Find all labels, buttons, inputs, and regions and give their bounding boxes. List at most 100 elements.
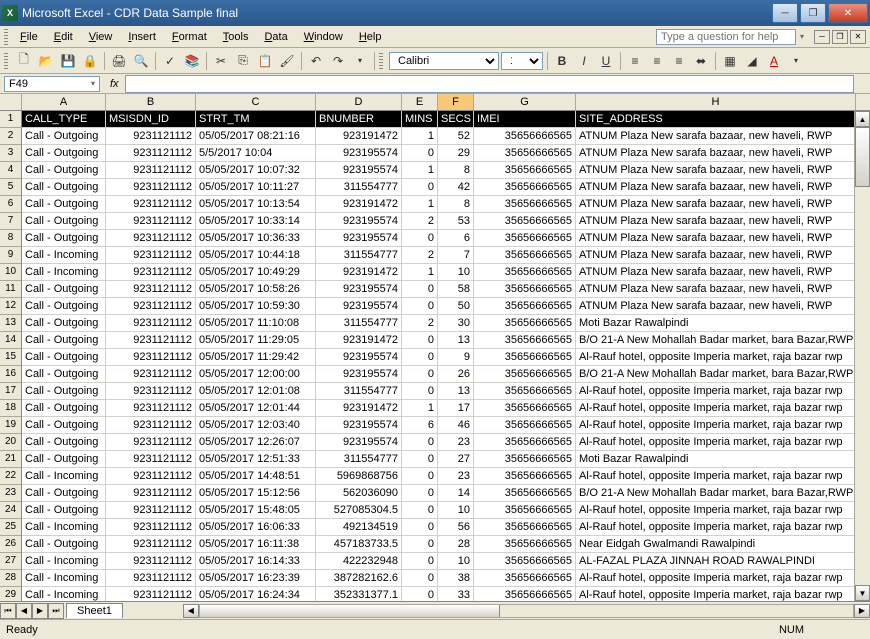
- cell[interactable]: 23: [438, 434, 474, 451]
- cell[interactable]: ATNUM Plaza New sarafa bazaar, new havel…: [576, 230, 856, 247]
- cell[interactable]: 8: [438, 196, 474, 213]
- row-header[interactable]: 25: [0, 519, 22, 536]
- spelling-icon[interactable]: ✓: [160, 51, 180, 71]
- cell[interactable]: 05/05/2017 10:13:54: [196, 196, 316, 213]
- cell[interactable]: Al-Rauf hotel, opposite Imperia market, …: [576, 434, 856, 451]
- menu-data[interactable]: Data: [256, 29, 295, 45]
- cell[interactable]: 923195574: [316, 298, 402, 315]
- cell[interactable]: 1: [402, 264, 438, 281]
- column-header-C[interactable]: C: [196, 94, 316, 110]
- cell[interactable]: 13: [438, 332, 474, 349]
- row-header[interactable]: 15: [0, 349, 22, 366]
- cell[interactable]: 923191472: [316, 264, 402, 281]
- cell[interactable]: 9231121112: [106, 536, 196, 553]
- cell[interactable]: 05/05/2017 11:10:08: [196, 315, 316, 332]
- doc-restore-button[interactable]: ❐: [832, 30, 848, 44]
- cell[interactable]: Moti Bazar Rawalpindi: [576, 315, 856, 332]
- cell[interactable]: 6: [438, 230, 474, 247]
- cell[interactable]: 05/05/2017 16:11:38: [196, 536, 316, 553]
- cell[interactable]: 35656666565: [474, 383, 576, 400]
- cell[interactable]: BNUMBER: [316, 111, 402, 128]
- cell[interactable]: 1: [402, 400, 438, 417]
- cell[interactable]: 9231121112: [106, 553, 196, 570]
- cell[interactable]: 35656666565: [474, 519, 576, 536]
- cell[interactable]: Call - Outgoing: [22, 179, 106, 196]
- cell[interactable]: 0: [402, 451, 438, 468]
- cell[interactable]: 9231121112: [106, 162, 196, 179]
- row-header[interactable]: 4: [0, 162, 22, 179]
- cell[interactable]: 9231121112: [106, 417, 196, 434]
- cell[interactable]: 2: [402, 213, 438, 230]
- cell[interactable]: 0: [402, 502, 438, 519]
- cell[interactable]: Call - Outgoing: [22, 162, 106, 179]
- cell[interactable]: 35656666565: [474, 536, 576, 553]
- cell[interactable]: 9231121112: [106, 349, 196, 366]
- cell[interactable]: IMEI: [474, 111, 576, 128]
- cell[interactable]: Near Eidgah Gwalmandi Rawalpindi: [576, 536, 856, 553]
- cell[interactable]: 05/05/2017 10:11:27: [196, 179, 316, 196]
- cell[interactable]: 35656666565: [474, 587, 576, 601]
- cell[interactable]: 923191472: [316, 400, 402, 417]
- cell[interactable]: 05/05/2017 11:29:42: [196, 349, 316, 366]
- column-header-A[interactable]: A: [22, 94, 106, 110]
- name-box[interactable]: F49▾: [4, 76, 100, 92]
- cell[interactable]: 05/05/2017 08:21:16: [196, 128, 316, 145]
- menu-view[interactable]: View: [81, 29, 121, 45]
- row-header[interactable]: 28: [0, 570, 22, 587]
- cell[interactable]: 13: [438, 383, 474, 400]
- row-header[interactable]: 9: [0, 247, 22, 264]
- cell[interactable]: 2: [402, 315, 438, 332]
- cell[interactable]: 9231121112: [106, 315, 196, 332]
- italic-icon[interactable]: I: [574, 51, 594, 71]
- cell[interactable]: ATNUM Plaza New sarafa bazaar, new havel…: [576, 247, 856, 264]
- cell[interactable]: 0: [402, 145, 438, 162]
- cell[interactable]: Al-Rauf hotel, opposite Imperia market, …: [576, 570, 856, 587]
- row-header[interactable]: 13: [0, 315, 22, 332]
- cell[interactable]: 56: [438, 519, 474, 536]
- cell[interactable]: 05/05/2017 12:01:08: [196, 383, 316, 400]
- menu-help[interactable]: Help: [351, 29, 390, 45]
- bold-icon[interactable]: B: [552, 51, 572, 71]
- paste-icon[interactable]: 📋: [255, 51, 275, 71]
- cell[interactable]: 35656666565: [474, 281, 576, 298]
- cell[interactable]: 9231121112: [106, 451, 196, 468]
- cell[interactable]: Call - Outgoing: [22, 230, 106, 247]
- font-size-select[interactable]: 11: [501, 52, 543, 70]
- cell[interactable]: 53: [438, 213, 474, 230]
- print-preview-icon[interactable]: 🔍: [131, 51, 151, 71]
- cell[interactable]: 10: [438, 553, 474, 570]
- cell[interactable]: 387282162.6: [316, 570, 402, 587]
- select-all-corner[interactable]: [0, 94, 22, 110]
- menu-format[interactable]: Format: [164, 29, 215, 45]
- cell[interactable]: ATNUM Plaza New sarafa bazaar, new havel…: [576, 213, 856, 230]
- cell[interactable]: 05/05/2017 16:14:33: [196, 553, 316, 570]
- cell[interactable]: 05/05/2017 10:36:33: [196, 230, 316, 247]
- cell[interactable]: Al-Rauf hotel, opposite Imperia market, …: [576, 502, 856, 519]
- cell[interactable]: Call - Outgoing: [22, 434, 106, 451]
- cell[interactable]: 10: [438, 502, 474, 519]
- cell[interactable]: 05/05/2017 10:58:26: [196, 281, 316, 298]
- row-header[interactable]: 29: [0, 587, 22, 601]
- fx-icon[interactable]: fx: [104, 78, 125, 90]
- cell[interactable]: 35656666565: [474, 247, 576, 264]
- cell[interactable]: 35656666565: [474, 366, 576, 383]
- row-header[interactable]: 2: [0, 128, 22, 145]
- print-icon[interactable]: 🖨: [109, 51, 129, 71]
- cell[interactable]: 50: [438, 298, 474, 315]
- cell[interactable]: 9231121112: [106, 366, 196, 383]
- cell[interactable]: Call - Incoming: [22, 570, 106, 587]
- cell[interactable]: 0: [402, 366, 438, 383]
- column-header-G[interactable]: G: [474, 94, 576, 110]
- fill-color-icon[interactable]: ◢: [742, 51, 762, 71]
- cell[interactable]: 9231121112: [106, 298, 196, 315]
- toolbar-options-icon[interactable]: ▾: [350, 51, 370, 71]
- cell[interactable]: AL-FAZAL PLAZA JINNAH ROAD RAWALPINDI: [576, 553, 856, 570]
- cell[interactable]: 0: [402, 434, 438, 451]
- cell[interactable]: ATNUM Plaza New sarafa bazaar, new havel…: [576, 162, 856, 179]
- cell[interactable]: 923195574: [316, 366, 402, 383]
- underline-icon[interactable]: U: [596, 51, 616, 71]
- row-header[interactable]: 21: [0, 451, 22, 468]
- cell[interactable]: ATNUM Plaza New sarafa bazaar, new havel…: [576, 128, 856, 145]
- cell[interactable]: 35656666565: [474, 502, 576, 519]
- cell[interactable]: SITE_ADDRESS: [576, 111, 856, 128]
